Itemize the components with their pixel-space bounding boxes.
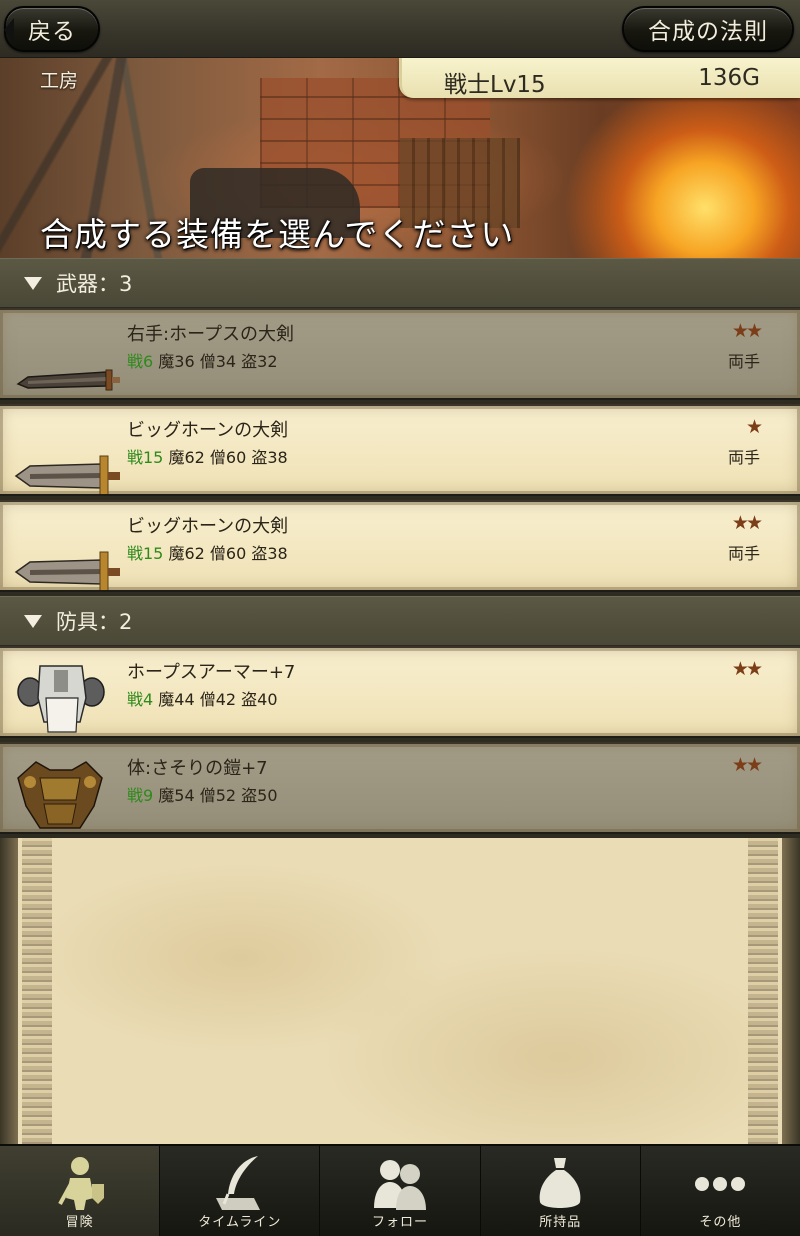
tab-follow[interactable]: フォロー <box>320 1146 481 1236</box>
back-button[interactable]: 戻る <box>4 6 100 52</box>
tab-label: その他 <box>699 1215 742 1230</box>
broadsword-icon <box>14 551 120 590</box>
selection-prompt: 合成する装備を選んでください <box>40 215 515 254</box>
item-stats: 戦15 魔62 僧60 盗38 <box>127 540 288 564</box>
bottom-tab-bar: 冒険 タイムライン フォロー 所持品 その他 <box>0 1144 800 1236</box>
greatsword-icon <box>16 369 120 391</box>
rarity-stars: ★ <box>745 416 763 438</box>
warrior-stat: 戦9 <box>127 786 154 805</box>
scorpion-armor-icon <box>17 761 103 829</box>
plate-armor-icon <box>17 665 105 733</box>
tab-label: フォロー <box>372 1215 429 1230</box>
tab-timeline[interactable]: タイムライン <box>160 1146 321 1236</box>
parchment-edge-left <box>0 838 18 1144</box>
synthesis-rules-button[interactable]: 合成の法則 <box>622 6 794 52</box>
parchment-edge-right <box>782 838 800 1144</box>
quill-icon <box>215 1156 260 1210</box>
tab-inventory[interactable]: 所持品 <box>481 1146 641 1236</box>
item-stats: 戦4 魔44 僧42 盗40 <box>127 686 278 710</box>
item-name: 体:さそりの鎧+7 <box>127 758 268 779</box>
hand-type: 両手 <box>727 448 760 467</box>
section-label: 武器：3 <box>56 272 133 296</box>
warrior-stat: 戦6 <box>127 352 154 371</box>
tab-label: 冒険 <box>65 1215 94 1230</box>
item-row[interactable]: 体:さそりの鎧+7 戦9 魔54 僧52 盗50 ★★ <box>0 742 800 834</box>
other-stats: 魔44 僧42 盗40 <box>158 690 278 709</box>
item-row[interactable]: ビッグホーンの大剣 戦15 魔62 僧60 盗38 ★★ 両手 <box>0 500 800 592</box>
gold-amount: 136G <box>698 65 760 91</box>
parchment-background <box>0 838 800 1144</box>
warrior-stat: 戦4 <box>127 690 154 709</box>
other-stats: 魔36 僧34 盗32 <box>158 352 278 371</box>
item-name: ビッグホーンの大剣 <box>127 420 289 441</box>
rarity-stars: ★★ <box>731 320 763 342</box>
item-stats: 戦6 魔36 僧34 盗32 <box>127 348 278 372</box>
item-stats: 戦15 魔62 僧60 盗38 <box>127 444 288 468</box>
tab-other[interactable]: その他 <box>641 1146 800 1236</box>
item-name: ホープスアーマー+7 <box>127 662 296 683</box>
collapse-triangle-icon <box>24 276 42 290</box>
hand-type: 両手 <box>727 352 760 371</box>
item-name: 右手:ホープスの大剣 <box>127 324 294 345</box>
section-header-weapons[interactable]: 武器：3 <box>0 258 800 308</box>
bag-icon <box>539 1158 581 1208</box>
rarity-stars: ★★ <box>731 512 763 534</box>
rarity-stars: ★★ <box>731 754 763 776</box>
section-label: 防具：2 <box>56 610 133 634</box>
other-stats: 魔62 僧60 盗38 <box>168 544 288 563</box>
tab-adventure[interactable]: 冒険 <box>0 1146 161 1236</box>
workshop-banner: 工房 戦士Lv15 136G 合成する装備を選んでください <box>0 58 800 258</box>
item-name: ビッグホーンの大剣 <box>127 516 289 537</box>
top-bar: 戻る 合成の法則 <box>0 0 800 58</box>
other-stats: 魔62 僧60 盗38 <box>168 448 288 467</box>
rarity-stars: ★★ <box>731 658 763 680</box>
item-row[interactable]: 右手:ホープスの大剣 戦6 魔36 僧34 盗32 ★★ 両手 <box>0 308 800 400</box>
more-icon <box>695 1177 746 1191</box>
adventurer-icon <box>57 1157 104 1210</box>
collapse-triangle-icon <box>24 614 42 628</box>
item-row[interactable]: ホープスアーマー+7 戦4 魔44 僧42 盗40 ★★ <box>0 646 800 738</box>
other-stats: 魔54 僧52 盗50 <box>158 786 278 805</box>
tab-label: 所持品 <box>539 1215 582 1230</box>
tab-label: タイムライン <box>198 1215 282 1230</box>
item-stats: 戦9 魔54 僧52 盗50 <box>127 782 278 806</box>
warrior-stat: 戦15 <box>127 448 164 467</box>
hand-type: 両手 <box>727 544 760 563</box>
player-status-panel: 戦士Lv15 136G <box>399 58 800 98</box>
item-row[interactable]: ビッグホーンの大剣 戦15 魔62 僧60 盗38 ★ 両手 <box>0 404 800 496</box>
player-class-level: 戦士Lv15 <box>444 72 546 98</box>
broadsword-icon <box>14 455 120 494</box>
people-icon <box>374 1160 426 1210</box>
section-header-armor[interactable]: 防具：2 <box>0 596 800 646</box>
warrior-stat: 戦15 <box>127 544 164 563</box>
location-label: 工房 <box>40 70 79 92</box>
